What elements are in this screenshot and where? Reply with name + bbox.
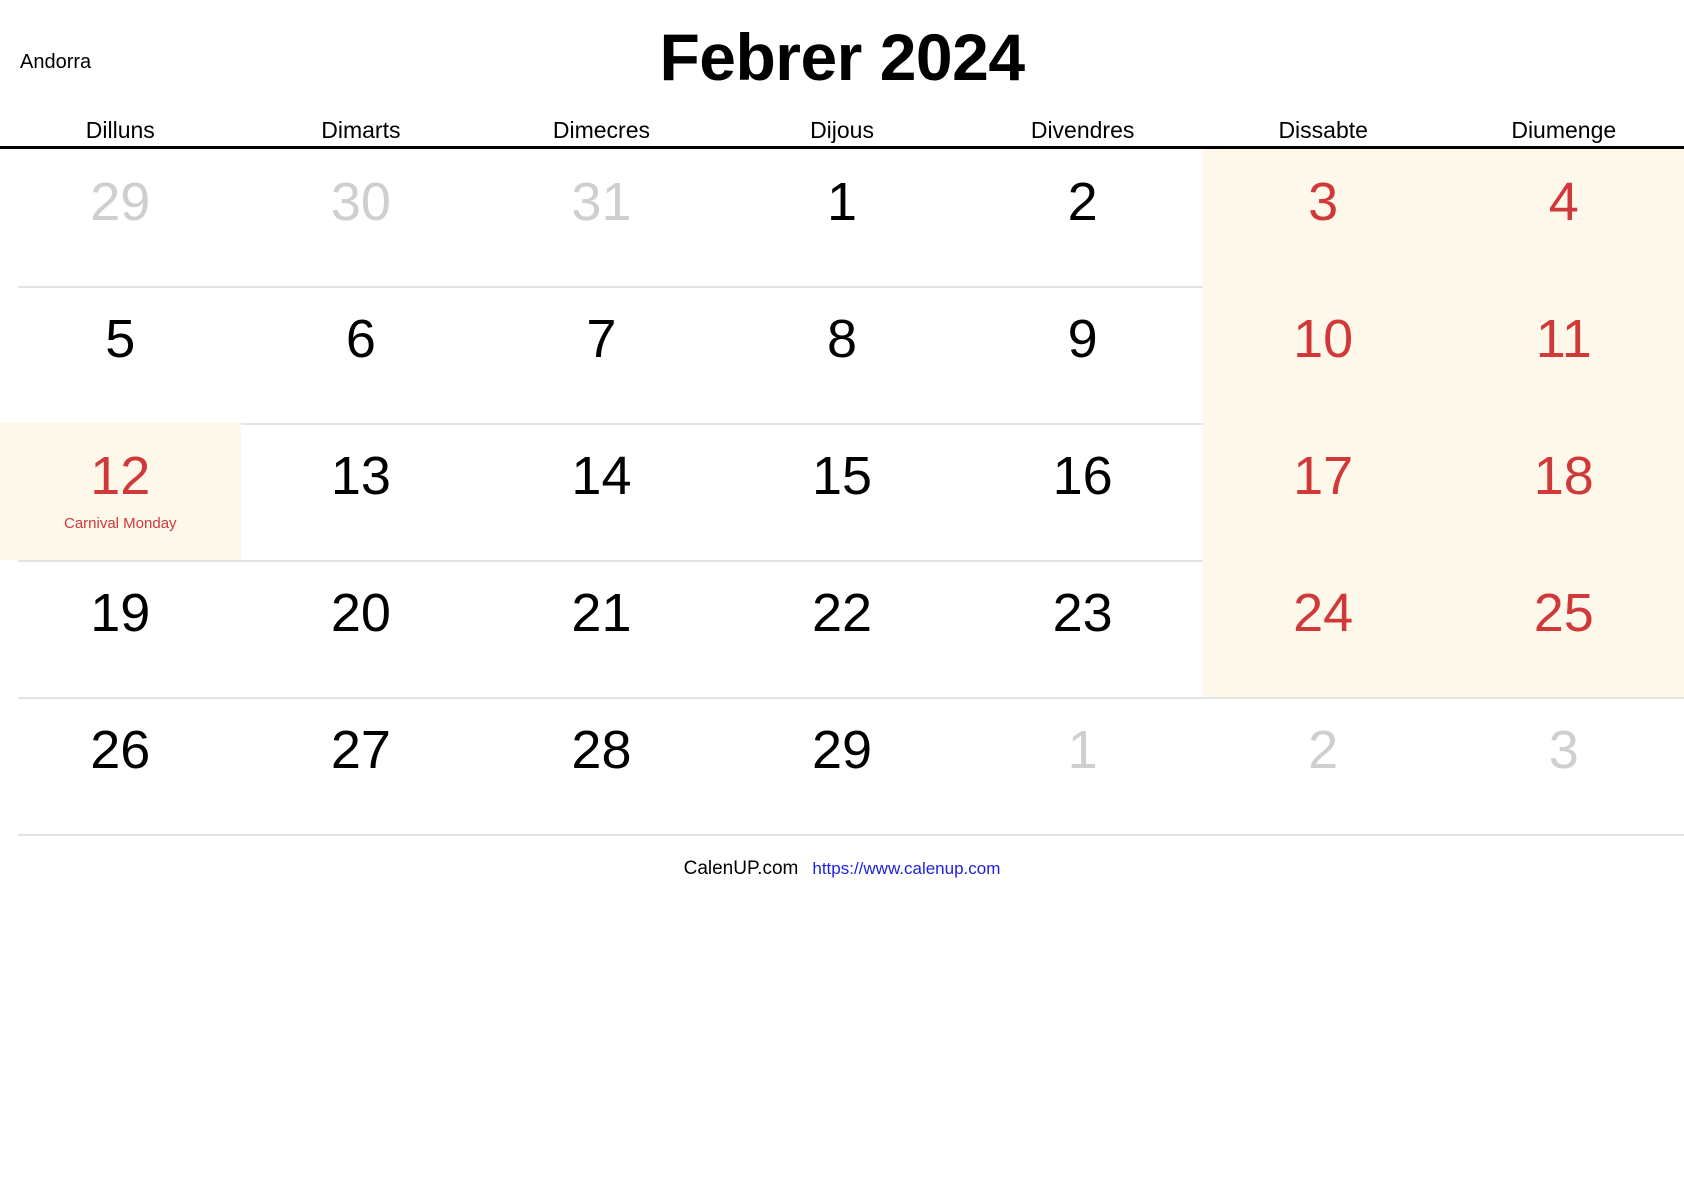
day-cell[interactable]: 1 <box>962 697 1203 834</box>
day-number: 1 <box>827 172 858 232</box>
day-cell[interactable]: 31 <box>481 149 722 286</box>
day-number: 23 <box>1052 583 1113 643</box>
day-cell[interactable]: 24 <box>1202 560 1444 697</box>
day-number: 25 <box>1533 583 1594 643</box>
day-cell[interactable]: 22 <box>722 560 963 697</box>
day-number: 19 <box>90 583 151 643</box>
day-cell[interactable]: 2 <box>962 149 1203 286</box>
day-cell[interactable]: 2 <box>1203 697 1444 834</box>
day-number: 14 <box>571 446 632 506</box>
day-number: 5 <box>105 309 136 369</box>
weekday-header-dilluns: Dilluns <box>85 117 155 143</box>
day-number: 24 <box>1293 583 1354 643</box>
day-cell[interactable]: 18 <box>1443 423 1684 560</box>
footer-brand: CalenUP.com <box>683 858 799 879</box>
day-cell[interactable]: 1 <box>722 149 963 286</box>
day-cell[interactable]: 16 <box>962 423 1203 560</box>
day-cell[interactable]: 17 <box>1202 423 1444 560</box>
day-cell[interactable]: 7 <box>481 286 722 423</box>
day-number: 2 <box>1067 172 1098 232</box>
calendar-grid: 29 30 31 1 2 3 4 5 6 7 8 9 10 11 12 Carnival Monday 13 14… <box>0 149 1684 834</box>
day-number: 12 <box>90 446 151 506</box>
day-cell[interactable]: 12 Carnival Monday <box>0 423 241 560</box>
weekday-header-dimecres: Dimecres <box>552 117 650 143</box>
weekday-header-dijous: Dijous <box>810 117 874 143</box>
day-number: 27 <box>330 720 391 780</box>
day-cell[interactable]: 29 <box>722 697 963 834</box>
week-row: 19 20 21 22 23 24 25 <box>0 560 1684 697</box>
day-number: 3 <box>1548 720 1579 780</box>
holiday-label: Carnival Monday <box>64 515 177 532</box>
day-cell[interactable]: 30 <box>241 149 482 286</box>
day-number: 29 <box>811 720 873 780</box>
day-cell[interactable]: 9 <box>962 286 1203 423</box>
day-cell[interactable]: 25 <box>1443 560 1684 697</box>
day-cell[interactable]: 21 <box>481 560 722 697</box>
footer-url-link[interactable]: https://www.calenup.com <box>812 859 1000 879</box>
calendar-header: Andorra Febrer 2024 <box>0 0 1684 108</box>
day-number: 21 <box>571 583 632 643</box>
day-cell[interactable]: 8 <box>722 286 963 423</box>
day-number: 22 <box>811 583 873 643</box>
weekday-header-row: Dilluns Dimarts Dimecres Dijous Divendres Dis… <box>0 108 1684 146</box>
day-cell[interactable]: 14 <box>481 423 722 560</box>
week-row: 29 30 31 1 2 3 4 <box>0 149 1684 286</box>
weekday-header-diumenge: Diumenge <box>1511 117 1617 143</box>
day-number: 9 <box>1067 309 1098 369</box>
day-number: 30 <box>330 172 391 232</box>
day-cell[interactable]: 28 <box>481 697 722 834</box>
page-title: Febrer 2024 <box>659 20 1025 94</box>
day-cell[interactable]: 4 <box>1443 149 1684 286</box>
day-cell[interactable]: 13 <box>241 423 482 560</box>
day-cell[interactable]: 3 <box>1443 697 1684 834</box>
day-number: 2 <box>1308 720 1339 780</box>
day-number: 4 <box>1548 172 1579 232</box>
day-number: 13 <box>330 446 391 506</box>
day-number: 29 <box>90 172 151 232</box>
day-number: 7 <box>586 309 617 369</box>
day-number: 16 <box>1052 446 1113 506</box>
day-number: 3 <box>1308 172 1339 232</box>
day-number: 1 <box>1067 720 1098 780</box>
day-cell[interactable]: 23 <box>962 560 1203 697</box>
day-cell[interactable]: 6 <box>241 286 482 423</box>
day-number: 15 <box>811 446 873 506</box>
calendar-page: Andorra Febrer 2024 Dilluns Dimarts Dimecr… <box>0 0 1684 1191</box>
day-number: 11 <box>1535 309 1592 369</box>
day-cell[interactable]: 27 <box>241 697 482 834</box>
day-number: 6 <box>345 309 376 369</box>
weekday-header-divendres: Divendres <box>1030 117 1135 143</box>
week-row: 12 Carnival Monday 13 14 15 16 17 18 <box>0 423 1684 560</box>
grid-bottom-rule <box>18 834 1684 836</box>
day-cell[interactable]: 26 <box>0 697 241 834</box>
weekday-header-dimarts: Dimarts <box>321 117 401 143</box>
day-cell[interactable]: 15 <box>722 423 963 560</box>
week-row: 26 27 28 29 1 2 3 <box>0 697 1684 834</box>
day-cell[interactable]: 5 <box>0 286 241 423</box>
day-number: 31 <box>571 172 632 232</box>
day-number: 18 <box>1533 446 1594 506</box>
day-cell[interactable]: 29 <box>0 149 241 286</box>
day-cell[interactable]: 3 <box>1202 149 1444 286</box>
day-number: 20 <box>330 583 391 643</box>
day-number: 17 <box>1293 446 1354 506</box>
footer: CalenUP.com https://www.calenup.com <box>0 858 1684 880</box>
day-number: 26 <box>90 720 151 780</box>
day-cell[interactable]: 20 <box>241 560 482 697</box>
day-cell[interactable]: 11 <box>1443 286 1684 423</box>
weekday-header-dissabte: Dissabte <box>1278 117 1368 143</box>
day-number: 8 <box>827 309 858 369</box>
day-number: 10 <box>1293 309 1354 369</box>
day-number: 28 <box>571 720 632 780</box>
week-row: 5 6 7 8 9 10 11 <box>0 286 1684 423</box>
day-cell[interactable]: 10 <box>1202 286 1444 423</box>
day-cell[interactable]: 19 <box>0 560 241 697</box>
